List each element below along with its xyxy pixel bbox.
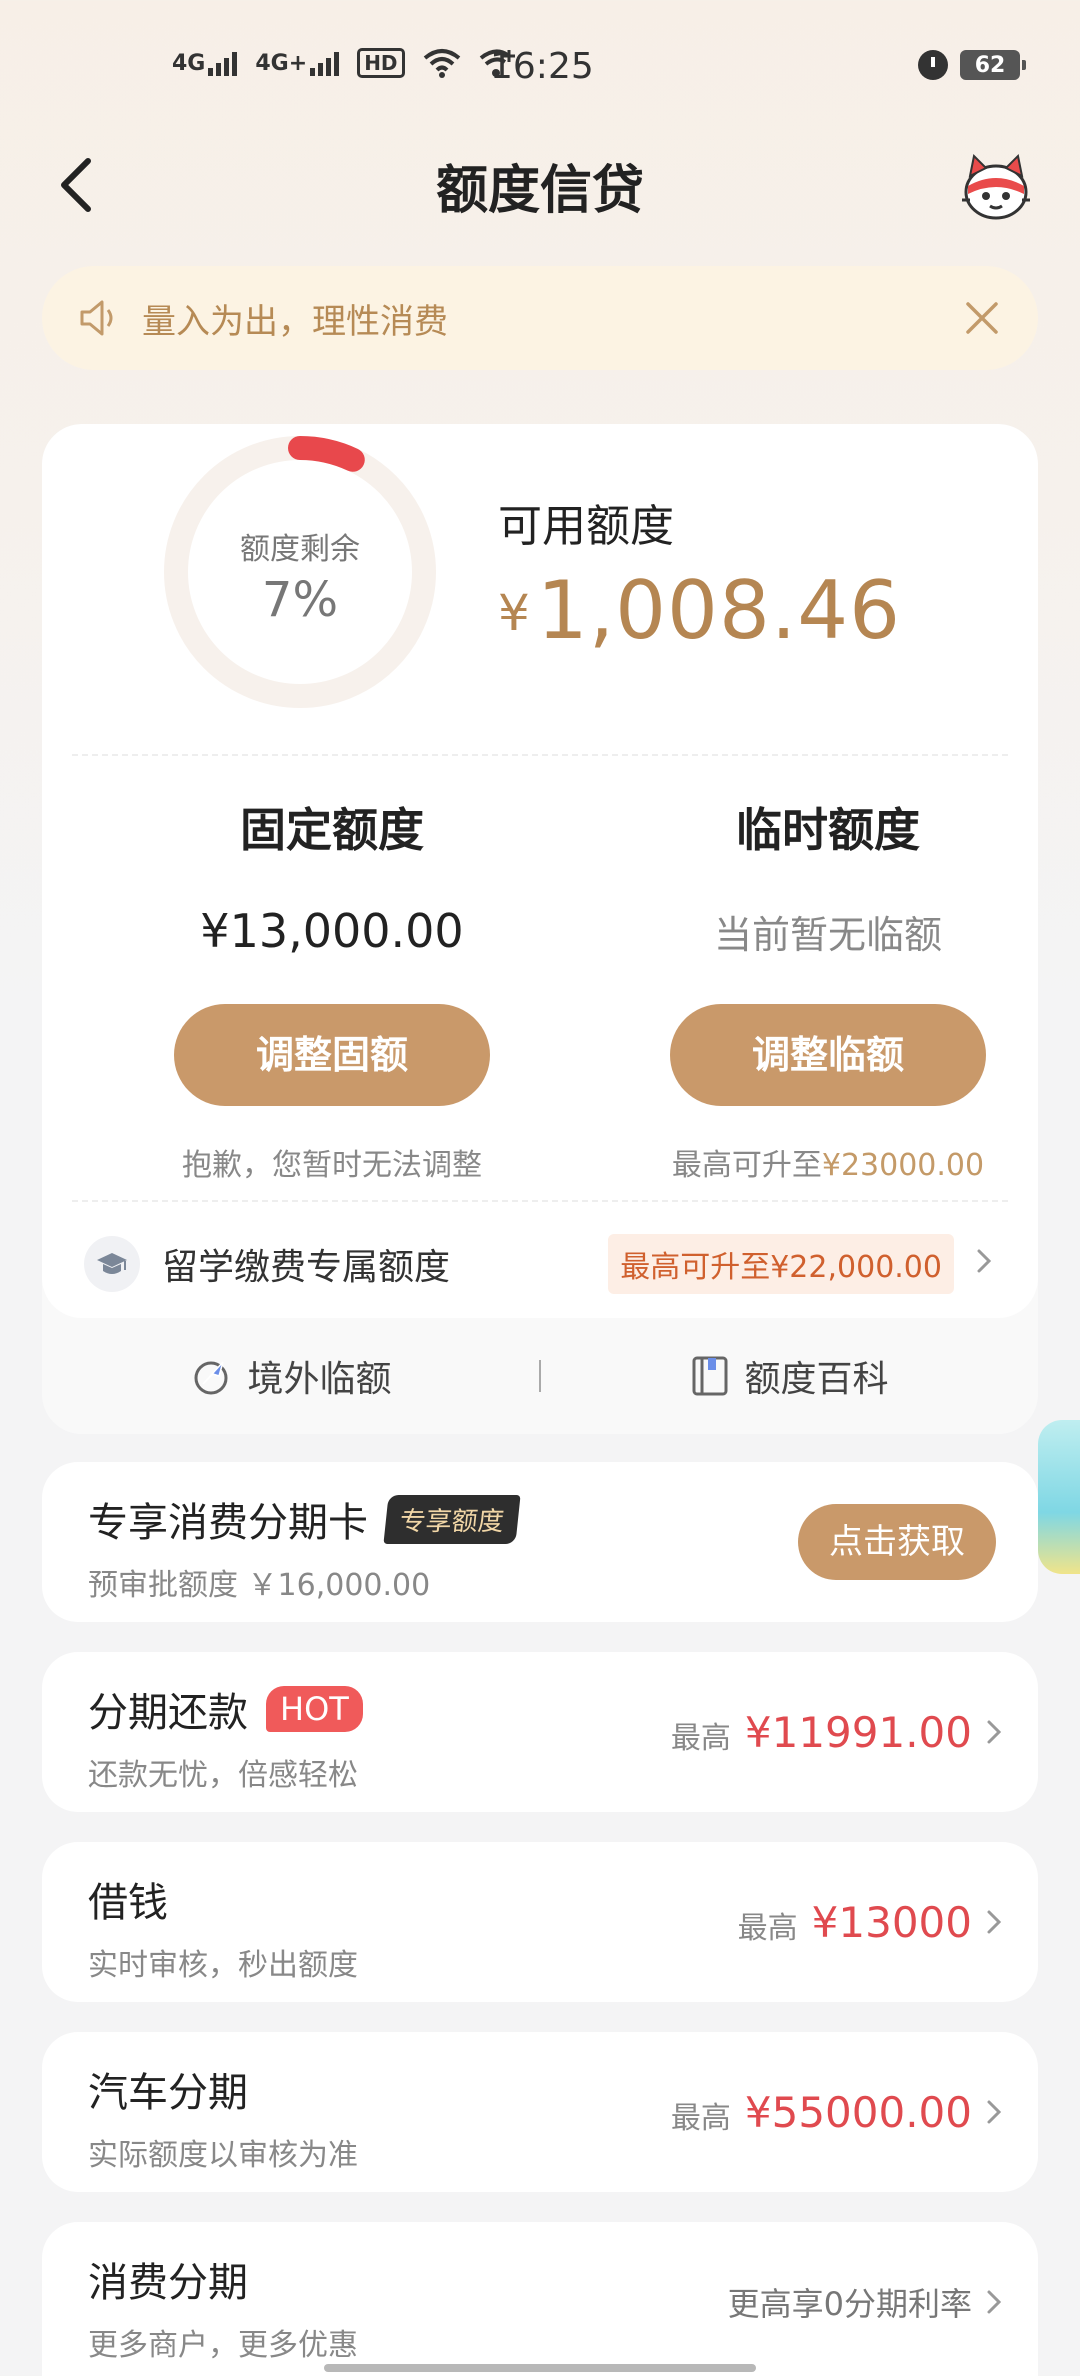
rate-note: 更高享0分期利率 [727,2285,972,2323]
card-note: 更高享0分期利率 [728,2222,1002,2376]
adjust-fixed-button[interactable]: 调整固额 [174,1004,490,1106]
hd-voice-icon: HD [357,48,405,78]
chevron-right-icon [987,2290,1002,2314]
card-title-text: 专享消费分期卡 [88,1500,368,1546]
home-indicator[interactable] [324,2364,756,2372]
credit-wiki-label: 额度百科 [744,1359,889,1400]
temp-note-prefix: 最高可升至 [671,1148,822,1183]
card-title: 消费分期 [88,2250,248,2308]
amount-prefix: 最高 [737,1911,798,1946]
signal-4g-plus-icon: 4G+ [255,50,340,76]
plane-globe-icon [194,1361,228,1395]
temp-credit-column: 临时额度 当前暂无临额 调整临额 最高可升至¥23000.00 [618,794,1038,1184]
status-left: 4G 4G+ HD [172,48,517,78]
get-card-button[interactable]: 点击获取 [798,1504,996,1580]
signal-label-2: 4G+ [255,51,308,76]
amount-prefix: 最高 [670,1721,731,1756]
overseas-temp-label: 境外临额 [247,1359,392,1400]
alarm-icon [918,50,948,80]
card-title-text: 借钱 [88,1880,168,1926]
card-subtitle: 实时审核，秒出额度 [88,1948,358,1983]
amount-prefix: 最高 [670,2101,731,2136]
fixed-credit-title: 固定额度 [240,803,424,857]
chevron-right-icon [987,1720,1002,1744]
floating-ad-tab[interactable] [1038,1420,1080,1574]
signal-label: 4G [172,51,206,76]
card-title: 分期还款 HOT [88,1680,363,1738]
study-abroad-label: 留学缴费专属额度 [162,1247,451,1288]
chevron-right-icon [987,1910,1002,1934]
hot-badge: HOT [266,1686,363,1732]
card-subtitle: 实际额度以审核为准 [88,2138,358,2173]
nav-bar: 额度信贷 [0,130,1080,240]
fixed-credit-value: ¥13,000.00 [200,904,464,958]
status-right: 62 [918,50,1026,80]
credit-links-row: 境外临额 额度百科 [42,1318,1038,1434]
notice-text: 量入为出，理性消费 [142,301,448,342]
installment-repay-card[interactable]: 分期还款 HOT 还款无忧，倍感轻松 最高 ¥11991.00 [42,1652,1038,1812]
temp-credit-note: 最高可升至¥23000.00 [618,1140,1038,1184]
ring-percent: 7% [261,572,339,628]
card-amount: 最高 ¥13000 [738,1842,1002,2002]
signal-4g-icon: 4G [172,50,238,76]
study-abroad-credit-row[interactable]: 留学缴费专属额度 最高可升至¥22,000.00 [42,1214,1038,1314]
exclusive-tag: 专享额度 [383,1494,521,1544]
temp-credit-title: 临时额度 [736,803,920,857]
close-icon[interactable] [962,298,1002,338]
borrow-card[interactable]: 借钱 实时审核，秒出额度 最高 ¥13000 [42,1842,1038,2002]
card-title: 汽车分期 [88,2060,248,2118]
divider [72,1200,1008,1202]
available-amount: ¥1,008.46 [498,564,901,657]
notice-banner: 量入为出，理性消费 [42,266,1038,370]
book-icon [692,1356,728,1396]
available-value: 1,008.46 [536,564,902,657]
card-title-text: 消费分期 [88,2260,248,2306]
chevron-right-icon [976,1247,998,1281]
adjust-temp-button[interactable]: 调整临额 [670,1004,986,1106]
available-label: 可用额度 [498,501,674,552]
card-title: 专享消费分期卡 专享额度 [88,1490,521,1548]
card-title: 借钱 [88,1870,168,1928]
consumer-installment-card[interactable]: 消费分期 更多商户，更多优惠 更高享0分期利率 [42,2222,1038,2376]
credit-summary: 额度剩余 7% 可用额度 ¥1,008.46 固定额度 ¥13,000.00 调… [42,424,1038,1318]
page-title: 额度信贷 [435,161,644,221]
card-amount: 最高 ¥11991.00 [671,1652,1002,1812]
credit-card-panel: 额度剩余 7% 可用额度 ¥1,008.46 固定额度 ¥13,000.00 调… [42,424,1038,1434]
status-bar: 4G 4G+ HD 16:25 62 [0,0,1080,130]
card-title-text: 汽车分期 [88,2070,248,2116]
chevron-right-icon [987,2100,1002,2124]
overseas-temp-link[interactable]: 境外临额 [42,1350,539,1402]
graduation-cap-icon [84,1236,140,1292]
wifi-icon [423,49,460,78]
card-amount: 最高 ¥55000.00 [671,2032,1002,2192]
temp-credit-value: 当前暂无临额 [713,913,942,957]
status-time: 16:25 [490,46,594,87]
amount-value: ¥11991.00 [744,1707,972,1757]
car-installment-card[interactable]: 汽车分期 实际额度以审核为准 最高 ¥55000.00 [42,2032,1038,2192]
credit-wiki-link[interactable]: 额度百科 [541,1350,1038,1402]
card-subtitle: 更多商户，更多优惠 [88,2328,358,2363]
mascot-avatar-icon[interactable] [956,146,1036,226]
study-abroad-tag: 最高可升至¥22,000.00 [608,1234,954,1294]
speaker-icon [80,300,113,336]
ring-label: 额度剩余 [240,532,360,567]
temp-note-amount: ¥23000.00 [821,1148,985,1183]
amount-value: ¥13000 [811,1897,972,1947]
card-subtitle: 还款无忧，倍感轻松 [88,1758,358,1793]
card-subtitle: 预审批额度 ￥16,000.00 [88,1568,431,1603]
divider [72,754,1008,756]
card-title-text: 分期还款 [88,1690,248,1736]
exclusive-installment-card[interactable]: 专享消费分期卡 专享额度 预审批额度 ￥16,000.00 点击获取 [42,1462,1038,1622]
currency-symbol: ¥ [498,584,531,642]
amount-value: ¥55000.00 [744,2087,972,2137]
battery-icon: 62 [960,50,1026,80]
fixed-credit-note: 抱歉，您暂时无法调整 [182,1148,482,1183]
fixed-credit-column: 固定额度 ¥13,000.00 调整固额 抱歉，您暂时无法调整 [122,794,542,1184]
remaining-ring: 额度剩余 7% [160,432,440,712]
